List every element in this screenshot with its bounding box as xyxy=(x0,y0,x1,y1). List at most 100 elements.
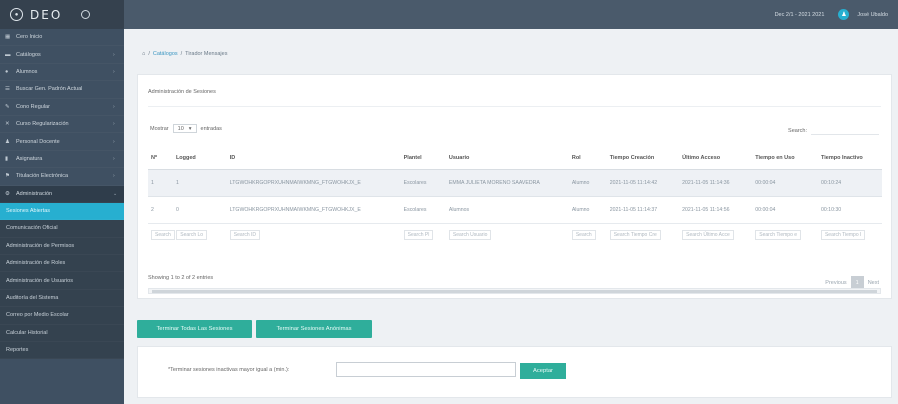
folder-icon: ▬ xyxy=(5,51,11,58)
filter-input[interactable]: Search Tiempo e xyxy=(755,230,802,241)
logo-icon: ● xyxy=(10,8,23,21)
sidebar-item-catalogos[interactable]: ▬ Catálogos › xyxy=(0,46,124,63)
next-button[interactable]: Next xyxy=(868,280,879,286)
filter-cell: Search Tiempo I xyxy=(818,223,882,247)
person-icon: ♟ xyxy=(5,138,10,145)
filter-cell: Search xyxy=(569,223,607,247)
col-header[interactable]: Tiempo Creación xyxy=(606,147,680,170)
sidebar-subitem-permisos[interactable]: Administración de Permisos xyxy=(0,237,124,256)
terminate-anonymous-sessions-button[interactable]: Terminar Sesiones Anónimas xyxy=(256,320,372,338)
sidebar-subitem-comunicacion[interactable]: Comunicación Oficial xyxy=(0,220,124,238)
table-cell: LTGWOHKRGOPRXUHNMAIWKMNG_FTGWOHKJX_E xyxy=(226,169,401,197)
col-header[interactable]: Plantel xyxy=(400,147,446,170)
col-header[interactable]: Logged xyxy=(172,147,227,170)
breadcrumb-catalogos[interactable]: Catálogos xyxy=(153,51,178,57)
scrollbar-thumb[interactable] xyxy=(152,290,877,293)
sidebar-item-alumnos[interactable]: ● Alumnos › xyxy=(0,64,124,81)
col-header[interactable]: Tiempo en Uso xyxy=(752,147,818,170)
terminate-all-sessions-button[interactable]: Terminar Todas Las Sesiones xyxy=(137,320,252,338)
sidebar: ● DEO ▦ Cero Inicio ▬ Catálogos › ● Alumnos ›… xyxy=(0,0,124,404)
table-cell: 2021-11-05 11:14:42 xyxy=(606,169,680,197)
sidebar-subitem-correo[interactable]: Correo por Medio Escolar xyxy=(0,307,124,325)
sidebar-subitem-auditoria[interactable]: Auditoría del Sistema xyxy=(0,289,124,308)
previous-button[interactable]: Previous xyxy=(825,280,846,286)
search-input[interactable] xyxy=(811,125,879,135)
sidebar-item-titulacion[interactable]: ⚑ Titulación Electrónica › xyxy=(0,168,124,185)
accept-button[interactable]: Aceptar xyxy=(520,363,566,379)
filter-input[interactable]: Search Lo xyxy=(176,230,208,241)
table-cell: 1 xyxy=(148,169,173,197)
sessions-table: Nº Logged ID Plantel Usuario Rol Tiempo … xyxy=(148,147,882,247)
filter-input[interactable]: Search xyxy=(151,230,175,241)
horizontal-scrollbar[interactable] xyxy=(148,288,881,294)
date-range: Dec 2/1 - 2021 2021 xyxy=(774,11,825,18)
inactive-minutes-input[interactable] xyxy=(336,362,516,377)
sidebar-item-cono-regular[interactable]: ✎ Cono Regular › xyxy=(0,99,124,116)
filter-cell: Search Último Acce xyxy=(679,223,752,247)
table-cell: Alumnos xyxy=(445,196,569,224)
diploma-icon: ⚑ xyxy=(5,173,10,180)
search-label: Search: xyxy=(788,128,807,134)
table-cell: 2021-11-05 11:14:37 xyxy=(606,196,680,224)
sidebar-subitem-roles[interactable]: Administración de Roles xyxy=(0,255,124,273)
filter-input[interactable]: Search ID xyxy=(229,230,260,241)
col-header[interactable]: Nº xyxy=(148,147,173,170)
edit-icon: ✎ xyxy=(5,103,10,110)
sidebar-subitem-reportes[interactable]: Reportes xyxy=(0,342,124,360)
chevron-down-icon: ▾ xyxy=(188,125,192,132)
filter-input[interactable]: Search Último Acce xyxy=(682,230,734,241)
table-row[interactable]: 1 1 LTGWOHKRGOPRXUHNMAIWKMNG_FTGWOHKJX_E… xyxy=(148,169,882,197)
home-icon[interactable]: ⌂ xyxy=(142,51,145,57)
sidebar-item-asignatura[interactable]: ▮ Asignatura › xyxy=(0,151,124,168)
filter-input[interactable]: Search Pl xyxy=(403,230,434,241)
sidebar-item-buscar-padron[interactable]: ☰ Buscar Gen. Padrón Actual xyxy=(0,81,124,98)
col-header[interactable]: Tiempo Inactivo xyxy=(817,147,882,170)
sidebar-subitem-historial[interactable]: Calcular Historial xyxy=(0,324,124,343)
filter-input[interactable]: Search Usuario xyxy=(448,230,492,241)
user-name[interactable]: José Ubaldo xyxy=(857,12,888,18)
table-row[interactable]: 2 0 LTGWOHKRGOPRXUHNMAIWKMNG_FTGWOHKJX_E… xyxy=(148,196,882,224)
table-cell: Escolares xyxy=(400,169,446,197)
col-header[interactable]: Rol xyxy=(568,147,607,170)
table-cell: 00:10:30 xyxy=(817,196,882,224)
table-cell: 2021-11-05 11:14:36 xyxy=(679,169,753,197)
sidebar-item-curso-regularizacion[interactable]: ✕ Curso Regularización › xyxy=(0,116,124,133)
sidebar-subitem-sesiones[interactable]: Sesiones Abiertas xyxy=(0,202,124,221)
top-bar: Dec 2/1 - 2021 2021 ♟ José Ubaldo xyxy=(124,0,898,29)
show-label: Mostrar xyxy=(150,125,169,132)
sidebar-item-administracion[interactable]: ⚙ Administración ⌄ xyxy=(0,185,124,203)
grid-icon: ▦ xyxy=(5,34,11,41)
filter-input[interactable]: Search Tiempo Cre xyxy=(609,230,661,241)
sessions-panel: Administración de Sesiones Mostrar 10 ▾ … xyxy=(137,74,892,299)
filter-cell: Search ID xyxy=(227,223,401,247)
breadcrumb-current: Tirador Mensajes xyxy=(185,51,228,57)
entries-select[interactable]: 10 ▾ xyxy=(172,124,197,133)
table-cell: Alumno xyxy=(568,169,607,197)
sidebar-item-inicio[interactable]: ▦ Cero Inicio xyxy=(0,29,124,46)
filter-input[interactable]: Search Tiempo I xyxy=(820,230,866,241)
table-cell: 1 xyxy=(172,169,227,197)
sidebar-item-personal-docente[interactable]: ♟ Personal Docente › xyxy=(0,133,124,150)
table-cell: 2 xyxy=(148,196,173,224)
filter-cell: Search Pl xyxy=(401,223,446,247)
table-cell: 2021-11-05 11:14:56 xyxy=(679,196,753,224)
col-header[interactable]: ID xyxy=(226,147,401,170)
list-icon: ☰ xyxy=(5,86,10,93)
filter-cell: Search Usuario xyxy=(446,223,569,247)
sidebar-toggle-icon[interactable] xyxy=(81,10,91,19)
filter-input[interactable]: Search xyxy=(571,230,596,241)
app-logo[interactable]: ● DEO xyxy=(0,0,124,29)
user-icon: ● xyxy=(5,68,9,75)
breadcrumb-separator: / xyxy=(180,51,183,57)
table-cell: LTGWOHKRGOPRXUHNMAIWKMNG_FTGWOHKJX_E xyxy=(226,196,401,224)
filter-cell: Search Tiempo e xyxy=(752,223,818,247)
books-icon: ▮ xyxy=(5,155,9,162)
table-cell: 00:00:04 xyxy=(752,196,818,224)
avatar[interactable]: ♟ xyxy=(838,9,850,20)
entries-label: entradas xyxy=(200,125,222,132)
sidebar-subitem-usuarios[interactable]: Administración de Usuarios xyxy=(0,272,124,290)
col-header[interactable]: Usuario xyxy=(445,147,569,170)
col-header[interactable]: Último Acceso xyxy=(679,147,753,170)
sidebar-nav: ▦ Cero Inicio ▬ Catálogos › ● Alumnos › ☰ Busc… xyxy=(0,29,124,360)
inactive-sessions-panel: *Terminar sesiones inactivas mayor igual… xyxy=(137,346,892,398)
